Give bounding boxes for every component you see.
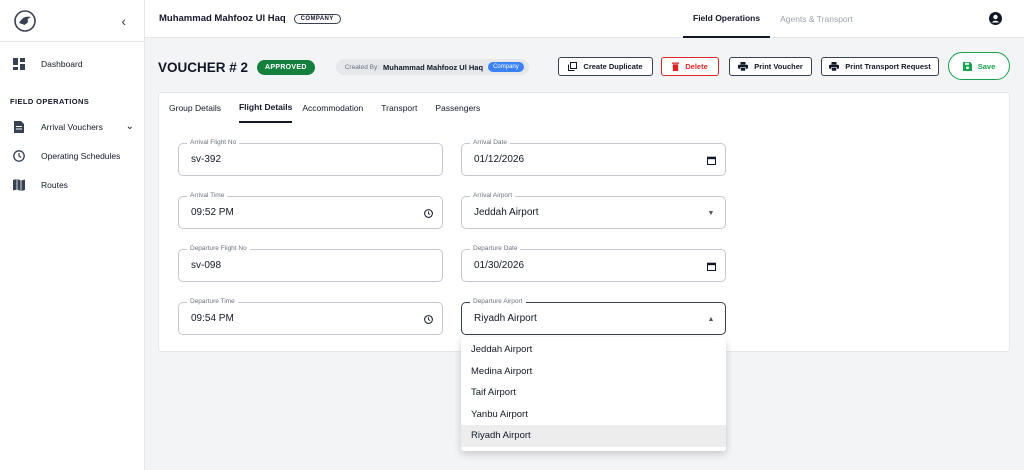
departure-airport-select[interactable]: Departure Airport Riyadh Airport ▲ [461,298,726,335]
created-by-label: Created By: [344,63,380,71]
arrival-time-field[interactable]: Arrival Time 09:52 PM [178,192,443,229]
dropdown-option-jeddah[interactable]: Jeddah Airport [461,339,726,361]
airport-dropdown-menu: Jeddah Airport Medina Airport Taif Airpo… [461,337,726,451]
dropdown-option-taif[interactable]: Taif Airport [461,382,726,404]
sidebar-item-operating-schedules[interactable]: Operating Schedules [0,141,144,170]
field-label: Departure Airport [470,298,526,305]
account-icon[interactable] [989,12,1002,25]
printer-icon [829,62,840,71]
calendar-icon[interactable] [706,261,716,271]
clock-icon[interactable] [423,314,433,324]
sidebar-section-title: FIELD OPERATIONS [10,96,90,106]
voucher-header: VOUCHER # 2 APPROVED Created By: Muhamma… [158,50,1010,84]
field-value: 01/30/2026 [474,260,525,271]
document-icon [12,120,26,134]
departure-date-field[interactable]: Departure Date 01/30/2026 [461,245,726,282]
field-value: sv-098 [191,260,222,271]
field-label: Arrival Airport [470,192,516,199]
tab-passengers[interactable]: Passengers [435,93,488,123]
delete-label: Delete [685,62,708,71]
print-transport-request-button[interactable]: Print Transport Request [821,57,939,76]
field-value: Jeddah Airport [474,207,539,218]
collapse-sidebar-icon[interactable]: ‹ [121,13,126,29]
field-label: Departure Flight No [187,245,250,252]
voucher-title: VOUCHER # 2 [158,59,249,75]
created-by-name: Muhammad Mahfooz Ul Haq [383,62,484,72]
status-badge: APPROVED [257,59,315,75]
print-voucher-button[interactable]: Print Voucher [729,57,812,76]
sidebar-item-dashboard[interactable]: Dashboard [0,49,144,78]
user-name: Muhammad Mahfooz Ul Haq [159,13,286,24]
caret-down-icon[interactable]: ▼ [706,208,716,218]
created-by-role: Company [488,62,524,72]
trash-icon [672,62,680,71]
sidebar: ‹ Dashboard FIELD OPERATIONS Arrival Vou… [0,0,145,470]
save-button[interactable]: Save [948,52,1010,80]
user-role-badge: COMPANY [293,13,341,24]
top-bar: Muhammad Mahfooz Ul Haq COMPANY Field Op… [145,0,1024,38]
departure-flight-no-field[interactable]: Departure Flight No sv-098 [178,245,443,282]
tab-transport[interactable]: Transport [381,93,425,123]
field-label: Arrival Time [187,192,228,199]
field-label: Arrival Flight No [187,139,240,146]
printer-icon [738,62,749,71]
field-label: Departure Time [187,298,238,305]
create-duplicate-button[interactable]: Create Duplicate [558,57,653,76]
departure-time-field[interactable]: Departure Time 09:54 PM [178,298,443,335]
sidebar-item-label: Arrival Vouchers [41,121,103,132]
map-icon [12,178,26,192]
dashboard-icon [12,57,26,71]
logo-icon [14,9,36,32]
sidebar-item-label: Routes [41,179,68,190]
tab-group-details[interactable]: Group Details [169,93,229,123]
clock-icon[interactable] [423,208,433,218]
arrival-airport-select[interactable]: Arrival Airport Jeddah Airport ▼ [461,192,726,229]
save-label: Save [977,61,996,71]
dropdown-option-yanbu[interactable]: Yanbu Airport [461,404,726,426]
sidebar-item-arrival-vouchers[interactable]: Arrival Vouchers ⌄ [0,112,144,141]
calendar-icon[interactable] [706,155,716,165]
created-by-badge: Created By: Muhammad Mahfooz Ul Haq Comp… [335,59,529,75]
tab-accommodation[interactable]: Accommodation [302,93,371,123]
sidebar-item-label: Operating Schedules [41,150,121,161]
tab-field-operations[interactable]: Field Operations [683,0,771,38]
create-duplicate-label: Create Duplicate [583,62,643,71]
dropdown-option-riyadh[interactable]: Riyadh Airport [461,425,726,447]
sidebar-header: ‹ [0,0,144,42]
chevron-down-icon[interactable]: ⌄ [126,121,134,132]
print-transport-label: Print Transport Request [845,62,931,71]
tab-agents-transport[interactable]: Agents & Transport [770,0,863,38]
form-tabs: Group Details Flight Details Accommodati… [169,93,498,123]
field-value: 09:54 PM [191,313,234,324]
arrival-date-field[interactable]: Arrival Date 01/12/2026 [461,139,726,176]
sidebar-item-label: Dashboard [41,58,83,69]
copy-icon [568,62,578,71]
print-voucher-label: Print Voucher [754,62,803,71]
field-label: Departure Date [470,245,521,252]
caret-up-icon[interactable]: ▲ [706,314,716,324]
field-value: 01/12/2026 [474,154,525,165]
field-label: Arrival Date [470,139,510,146]
flight-details-card: Group Details Flight Details Accommodati… [158,92,1010,352]
field-value: 09:52 PM [191,207,234,218]
sidebar-item-routes[interactable]: Routes [0,170,144,199]
clock-icon [12,149,26,163]
top-tabs: Field Operations Agents & Transport [683,0,863,38]
field-value: sv-392 [191,154,222,165]
field-value: Riyadh Airport [474,313,537,324]
tab-flight-details[interactable]: Flight Details [238,93,293,123]
save-icon [962,61,972,71]
dropdown-option-medina[interactable]: Medina Airport [461,361,726,383]
arrival-flight-no-field[interactable]: Arrival Flight No sv-392 [178,139,443,176]
delete-button[interactable]: Delete [661,57,719,76]
